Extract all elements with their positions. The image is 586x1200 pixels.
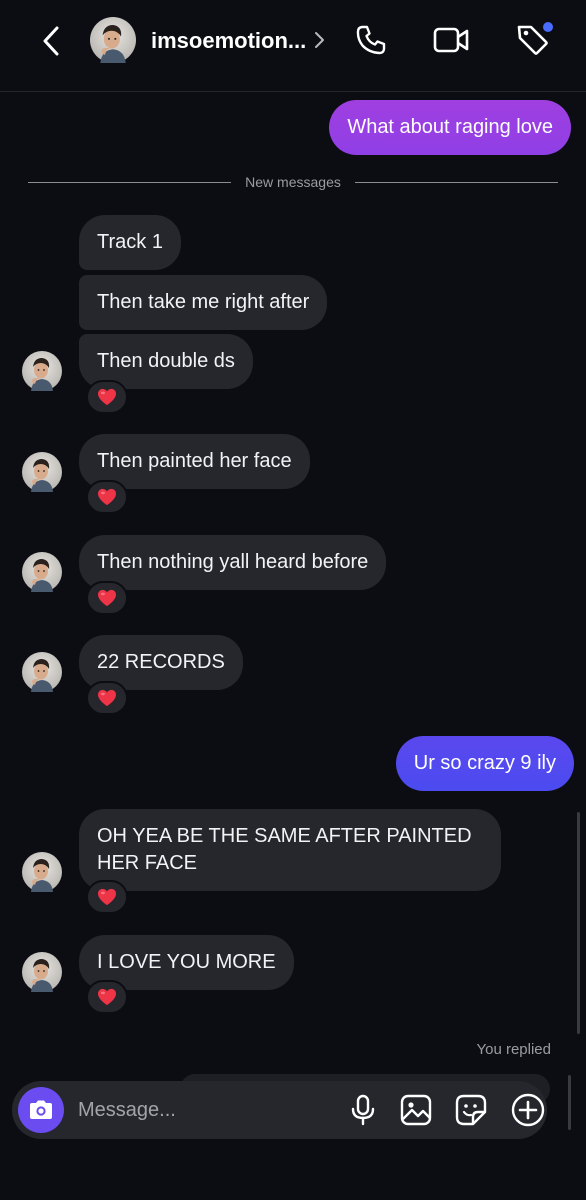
heart-reaction[interactable]	[86, 480, 128, 514]
heart-icon	[97, 689, 117, 707]
avatar[interactable]	[22, 952, 62, 992]
message-input[interactable]	[78, 1097, 318, 1123]
new-messages-divider: New messages	[28, 172, 559, 192]
incoming-message[interactable]: Then take me right after	[79, 275, 328, 330]
scrollbar[interactable]	[568, 1075, 571, 1130]
tag-button[interactable]	[513, 20, 553, 60]
heart-reaction[interactable]	[86, 880, 128, 914]
avatar[interactable]	[22, 652, 62, 692]
heart-reaction[interactable]	[86, 380, 128, 414]
divider-line	[354, 181, 559, 183]
heart-icon	[97, 589, 117, 607]
heart-reaction[interactable]	[86, 980, 128, 1014]
notification-dot	[543, 22, 553, 32]
avatar[interactable]	[22, 351, 62, 391]
incoming-message[interactable]: Track 1	[79, 215, 181, 270]
sticker-icon	[455, 1094, 487, 1126]
heart-icon	[97, 488, 117, 506]
more-options-button[interactable]	[510, 1092, 546, 1128]
divider-label: New messages	[245, 174, 341, 190]
sticker-button[interactable]	[453, 1092, 489, 1128]
divider-line	[28, 181, 232, 183]
chat-header: imsoemotion...	[0, 0, 586, 92]
camera-icon	[30, 1100, 52, 1119]
voice-call-button[interactable]	[351, 20, 391, 60]
avatar[interactable]	[22, 852, 62, 892]
message-composer	[12, 1081, 547, 1139]
contact-name[interactable]: imsoemotion...	[151, 28, 306, 54]
gallery-icon	[400, 1094, 432, 1126]
heart-icon	[97, 888, 117, 906]
avatar[interactable]	[22, 452, 62, 492]
chevron-left-icon	[43, 26, 59, 56]
you-replied-label: You replied	[476, 1041, 551, 1058]
incoming-message[interactable]: Then nothing yall heard before	[79, 535, 387, 590]
heart-reaction[interactable]	[86, 681, 128, 715]
heart-reaction[interactable]	[86, 581, 128, 615]
back-button[interactable]	[34, 22, 68, 60]
chevron-right-icon[interactable]	[309, 29, 329, 51]
outgoing-message[interactable]: Ur so crazy 9 ily	[395, 736, 574, 791]
heart-icon	[97, 388, 117, 406]
outgoing-message[interactable]: What about raging love	[329, 100, 571, 155]
video-camera-icon	[433, 27, 469, 53]
gallery-button[interactable]	[398, 1092, 434, 1128]
scrollbar[interactable]	[577, 812, 580, 1034]
microphone-icon	[351, 1094, 375, 1126]
voice-message-button[interactable]	[345, 1092, 381, 1128]
heart-icon	[97, 988, 117, 1006]
plus-circle-icon	[511, 1093, 545, 1127]
phone-icon	[356, 25, 386, 55]
camera-button[interactable]	[18, 1087, 64, 1133]
avatar[interactable]	[22, 552, 62, 592]
incoming-message[interactable]: OH YEA BE THE SAME AFTER PAINTED HER FAC…	[79, 809, 501, 891]
avatar[interactable]	[90, 17, 136, 63]
video-call-button[interactable]	[431, 20, 471, 60]
